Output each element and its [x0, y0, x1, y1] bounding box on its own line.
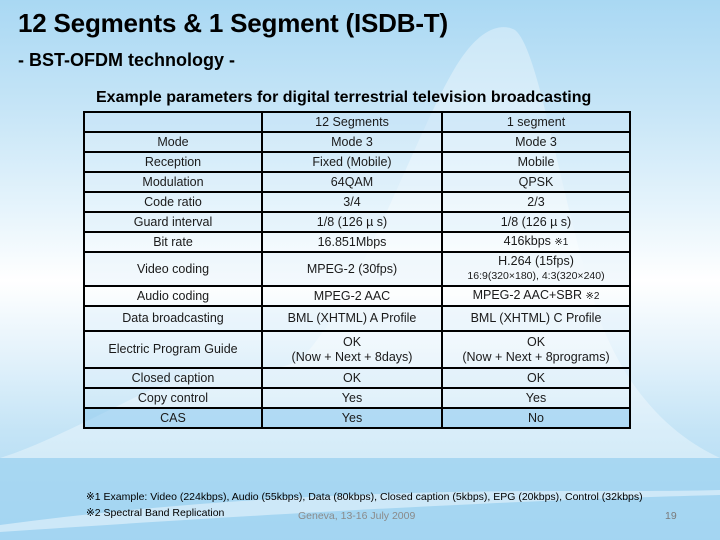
cell-12-segments: 64QAM: [261, 171, 443, 193]
cell-12-segments: 1/8 (126 µ s): [261, 211, 443, 233]
cell-value: OK: [526, 334, 546, 349]
slide-subtitle: - BST-OFDM technology -: [18, 50, 235, 70]
cell-1-segment: 2/3: [441, 191, 631, 213]
row-label: Copy control: [83, 387, 263, 409]
cell-1-segment: Mobile: [441, 151, 631, 173]
cell-detail: 16:9(320×180), 4:3(320×240): [467, 270, 605, 282]
row-label: CAS: [83, 407, 263, 429]
footnote-marker: ※1: [554, 237, 569, 248]
table-caption: Example parameters for digital terrestri…: [96, 89, 592, 106]
table-row: Audio coding MPEG-2 AAC MPEG-2 AAC+SBR ※…: [83, 285, 631, 307]
row-label: Audio coding: [83, 285, 263, 307]
table-row: Reception Fixed (Mobile) Mobile: [83, 151, 631, 173]
page-number: 19: [665, 510, 677, 522]
footnote-1: ※1 Example: Video (224kbps), Audio (55kb…: [86, 491, 643, 503]
cell-12-segments: Yes: [261, 407, 443, 429]
table-row: Code ratio 3/4 2/3: [83, 191, 631, 213]
cell-12-segments: Mode 3: [261, 131, 443, 153]
header-cell-12-segments: 12 Segments: [261, 111, 443, 133]
row-label: Electric Program Guide: [83, 330, 263, 369]
cell-1-segment: 416kbps ※1: [441, 231, 631, 253]
table-row: Video coding MPEG-2 (30fps) H.264 (15fps…: [83, 251, 631, 287]
cell-value: MPEG-2 AAC+SBR: [472, 288, 582, 302]
footnote-marker: ※2: [585, 291, 600, 302]
cell-12-segments: OK (Now + Next + 8days): [261, 330, 443, 369]
row-label: Data broadcasting: [83, 305, 263, 332]
row-label: Reception: [83, 151, 263, 173]
cell-12-segments: Yes: [261, 387, 443, 409]
cell-detail: (Now + Next + 8programs): [462, 349, 610, 364]
cell-12-segments: BML (XHTML) A Profile: [261, 305, 443, 332]
footer-date: Geneva, 13-16 July 2009: [298, 510, 416, 522]
cell-1-segment: OK (Now + Next + 8programs): [441, 330, 631, 369]
table-row: Modulation 64QAM QPSK: [83, 171, 631, 193]
cell-value: 416kbps: [503, 234, 551, 248]
table-header-row: 12 Segments 1 segment: [83, 111, 631, 133]
header-cell-blank: [83, 111, 263, 133]
cell-1-segment: BML (XHTML) C Profile: [441, 305, 631, 332]
table-row: Closed caption OK OK: [83, 367, 631, 389]
row-label: Modulation: [83, 171, 263, 193]
row-label: Code ratio: [83, 191, 263, 213]
cell-12-segments: Fixed (Mobile): [261, 151, 443, 173]
cell-1-segment: 1/8 (126 µ s): [441, 211, 631, 233]
cell-1-segment: Yes: [441, 387, 631, 409]
table-row: Copy control Yes Yes: [83, 387, 631, 409]
cell-1-segment: No: [441, 407, 631, 429]
table-row: Mode Mode 3 Mode 3: [83, 131, 631, 153]
cell-12-segments: 16.851Mbps: [261, 231, 443, 253]
cell-1-segment: QPSK: [441, 171, 631, 193]
cell-value: OK: [342, 334, 362, 349]
header-cell-1-segment: 1 segment: [441, 111, 631, 133]
cell-1-segment: MPEG-2 AAC+SBR ※2: [441, 285, 631, 307]
row-label: Guard interval: [83, 211, 263, 233]
table-row: CAS Yes No: [83, 407, 631, 429]
row-label: Bit rate: [83, 231, 263, 253]
cell-12-segments: MPEG-2 AAC: [261, 285, 443, 307]
table-row: Data broadcasting BML (XHTML) A Profile …: [83, 305, 631, 332]
cell-12-segments: 3/4: [261, 191, 443, 213]
row-label: Mode: [83, 131, 263, 153]
cell-12-segments: MPEG-2 (30fps): [261, 251, 443, 287]
cell-12-segments: OK: [261, 367, 443, 389]
parameters-table: 12 Segments 1 segment Mode Mode 3 Mode 3…: [83, 111, 631, 429]
row-label: Closed caption: [83, 367, 263, 389]
cell-value: H.264 (15fps): [498, 254, 574, 268]
row-label: Video coding: [83, 251, 263, 287]
cell-detail: (Now + Next + 8days): [291, 349, 413, 364]
slide-title: 12 Segments & 1 Segment (ISDB-T): [18, 8, 448, 38]
cell-1-segment: H.264 (15fps) 16:9(320×180), 4:3(320×240): [441, 251, 631, 287]
table-row: Electric Program Guide OK (Now + Next + 8…: [83, 330, 631, 369]
table-row: Bit rate 16.851Mbps 416kbps ※1: [83, 231, 631, 253]
cell-1-segment: Mode 3: [441, 131, 631, 153]
table-row: Guard interval 1/8 (126 µ s) 1/8 (126 µ …: [83, 211, 631, 233]
cell-1-segment: OK: [441, 367, 631, 389]
